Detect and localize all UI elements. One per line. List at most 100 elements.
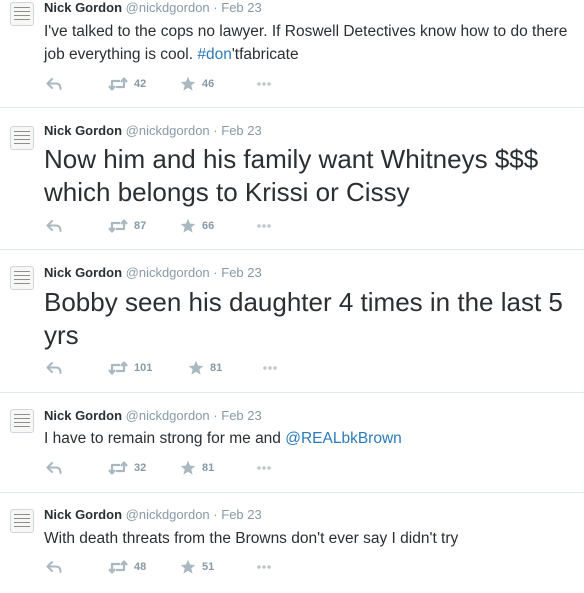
retweet-button[interactable]: 42: [108, 76, 146, 92]
retweet-count: 42: [134, 78, 147, 90]
reply-icon: [46, 559, 62, 575]
tweet-text: With death threats from the Browns don't…: [44, 530, 459, 547]
avatar[interactable]: [10, 266, 34, 290]
user-handle[interactable]: @nickdgordon: [126, 123, 210, 138]
retweet-button[interactable]: 48: [108, 559, 146, 575]
tweet-text: Bobby seen his daughter 4 times in the l…: [44, 287, 563, 350]
retweet-button[interactable]: 32: [108, 460, 146, 476]
tweet[interactable]: Nick Gordon @nickdgordon · Feb 23 I have…: [0, 393, 584, 493]
tweet-header: Nick Gordon @nickdgordon · Feb 23: [44, 123, 262, 139]
favorite-button[interactable]: 81: [180, 460, 214, 476]
tweet-actions: 87 66: [46, 218, 306, 234]
favorite-count: 81: [202, 462, 215, 474]
tweet-text: Now him and his family want Whitneys $$$…: [44, 144, 539, 207]
user-name[interactable]: Nick Gordon: [44, 0, 122, 15]
favorite-button[interactable]: 66: [180, 218, 214, 234]
user-name[interactable]: Nick Gordon: [44, 123, 122, 138]
user-handle[interactable]: @nickdgordon: [126, 0, 210, 15]
more-icon: [256, 460, 272, 476]
tweet[interactable]: Nick Gordon @nickdgordon · Feb 23 Bobby …: [0, 250, 584, 393]
star-icon: [180, 76, 196, 92]
separator: ·: [213, 507, 218, 522]
more-button[interactable]: [256, 460, 272, 476]
more-button[interactable]: [256, 218, 272, 234]
tweet-actions: 42 46: [46, 76, 306, 92]
reply-icon: [46, 76, 62, 92]
tweet-date[interactable]: Feb 23: [221, 123, 261, 138]
tweet-text-part: 'tfabricate: [231, 46, 299, 63]
retweet-icon: [108, 218, 128, 234]
retweet-icon: [108, 460, 128, 476]
favorite-button[interactable]: 46: [180, 76, 214, 92]
hashtag-link[interactable]: #don: [197, 46, 231, 63]
favorite-count: 81: [210, 362, 223, 374]
reply-button[interactable]: [46, 360, 62, 376]
reply-icon: [46, 460, 62, 476]
user-handle[interactable]: @nickdgordon: [126, 265, 210, 280]
tweet-date[interactable]: Feb 23: [221, 0, 261, 15]
favorite-button[interactable]: 81: [188, 360, 222, 376]
tweet[interactable]: Nick Gordon @nickdgordon · Feb 23 Now hi…: [0, 108, 584, 250]
retweet-count: 32: [134, 462, 147, 474]
tweet-actions: 32 81: [46, 460, 306, 476]
favorite-count: 51: [202, 561, 215, 573]
tweet[interactable]: Nick Gordon @nickdgordon · Feb 23 With d…: [0, 493, 584, 593]
tweet-text-part: I've talked to the cops no lawyer. If Ro…: [44, 23, 568, 63]
avatar[interactable]: [10, 2, 34, 26]
more-icon: [262, 360, 278, 376]
retweet-count: 101: [134, 362, 153, 374]
tweet-header: Nick Gordon @nickdgordon · Feb 23: [44, 507, 262, 523]
tweet[interactable]: Nick Gordon @nickdgordon · Feb 23 I've t…: [0, 0, 584, 108]
favorite-count: 46: [202, 78, 215, 90]
star-icon: [180, 218, 196, 234]
tweet-header: Nick Gordon @nickdgordon · Feb 23: [44, 265, 262, 281]
user-name[interactable]: Nick Gordon: [44, 265, 122, 280]
retweet-count: 87: [134, 220, 147, 232]
retweet-button[interactable]: 87: [108, 218, 146, 234]
tweet-date[interactable]: Feb 23: [221, 408, 261, 423]
more-icon: [256, 76, 272, 92]
separator: ·: [213, 0, 218, 15]
user-name[interactable]: Nick Gordon: [44, 408, 122, 423]
more-icon: [256, 218, 272, 234]
reply-icon: [46, 218, 62, 234]
tweet-text: I've talked to the cops no lawyer. If Ro…: [44, 20, 580, 66]
tweet-header: Nick Gordon @nickdgordon · Feb 23: [44, 408, 262, 424]
mention-link[interactable]: @REALbkBrown: [285, 430, 402, 447]
tweet-actions: 101 81: [46, 360, 306, 376]
favorite-button[interactable]: 51: [180, 559, 214, 575]
user-handle[interactable]: @nickdgordon: [126, 408, 210, 423]
separator: ·: [213, 265, 218, 280]
avatar[interactable]: [10, 409, 34, 433]
separator: ·: [213, 408, 218, 423]
avatar[interactable]: [10, 509, 34, 533]
retweet-button[interactable]: 101: [108, 360, 152, 376]
star-icon: [188, 360, 204, 376]
retweet-icon: [108, 360, 128, 376]
tweet-text: I have to remain strong for me and @REAL…: [44, 427, 580, 450]
favorite-count: 66: [202, 220, 215, 232]
user-name[interactable]: Nick Gordon: [44, 507, 122, 522]
star-icon: [180, 460, 196, 476]
more-icon: [256, 559, 272, 575]
reply-button[interactable]: [46, 460, 62, 476]
tweet-date[interactable]: Feb 23: [221, 265, 261, 280]
separator: ·: [213, 123, 218, 138]
more-button[interactable]: [256, 76, 272, 92]
user-handle[interactable]: @nickdgordon: [126, 507, 210, 522]
reply-button[interactable]: [46, 218, 62, 234]
retweet-icon: [108, 559, 128, 575]
more-button[interactable]: [262, 360, 278, 376]
tweet-text-part: I have to remain strong for me and: [44, 430, 286, 447]
avatar[interactable]: [10, 126, 34, 150]
reply-button[interactable]: [46, 559, 62, 575]
tweet-date[interactable]: Feb 23: [221, 507, 261, 522]
retweet-icon: [108, 76, 128, 92]
tweet-actions: 48 51: [46, 559, 306, 575]
retweet-count: 48: [134, 561, 147, 573]
reply-button[interactable]: [46, 76, 62, 92]
reply-icon: [46, 360, 62, 376]
tweet-header: Nick Gordon @nickdgordon · Feb 23: [44, 0, 262, 16]
star-icon: [180, 559, 196, 575]
more-button[interactable]: [256, 559, 272, 575]
